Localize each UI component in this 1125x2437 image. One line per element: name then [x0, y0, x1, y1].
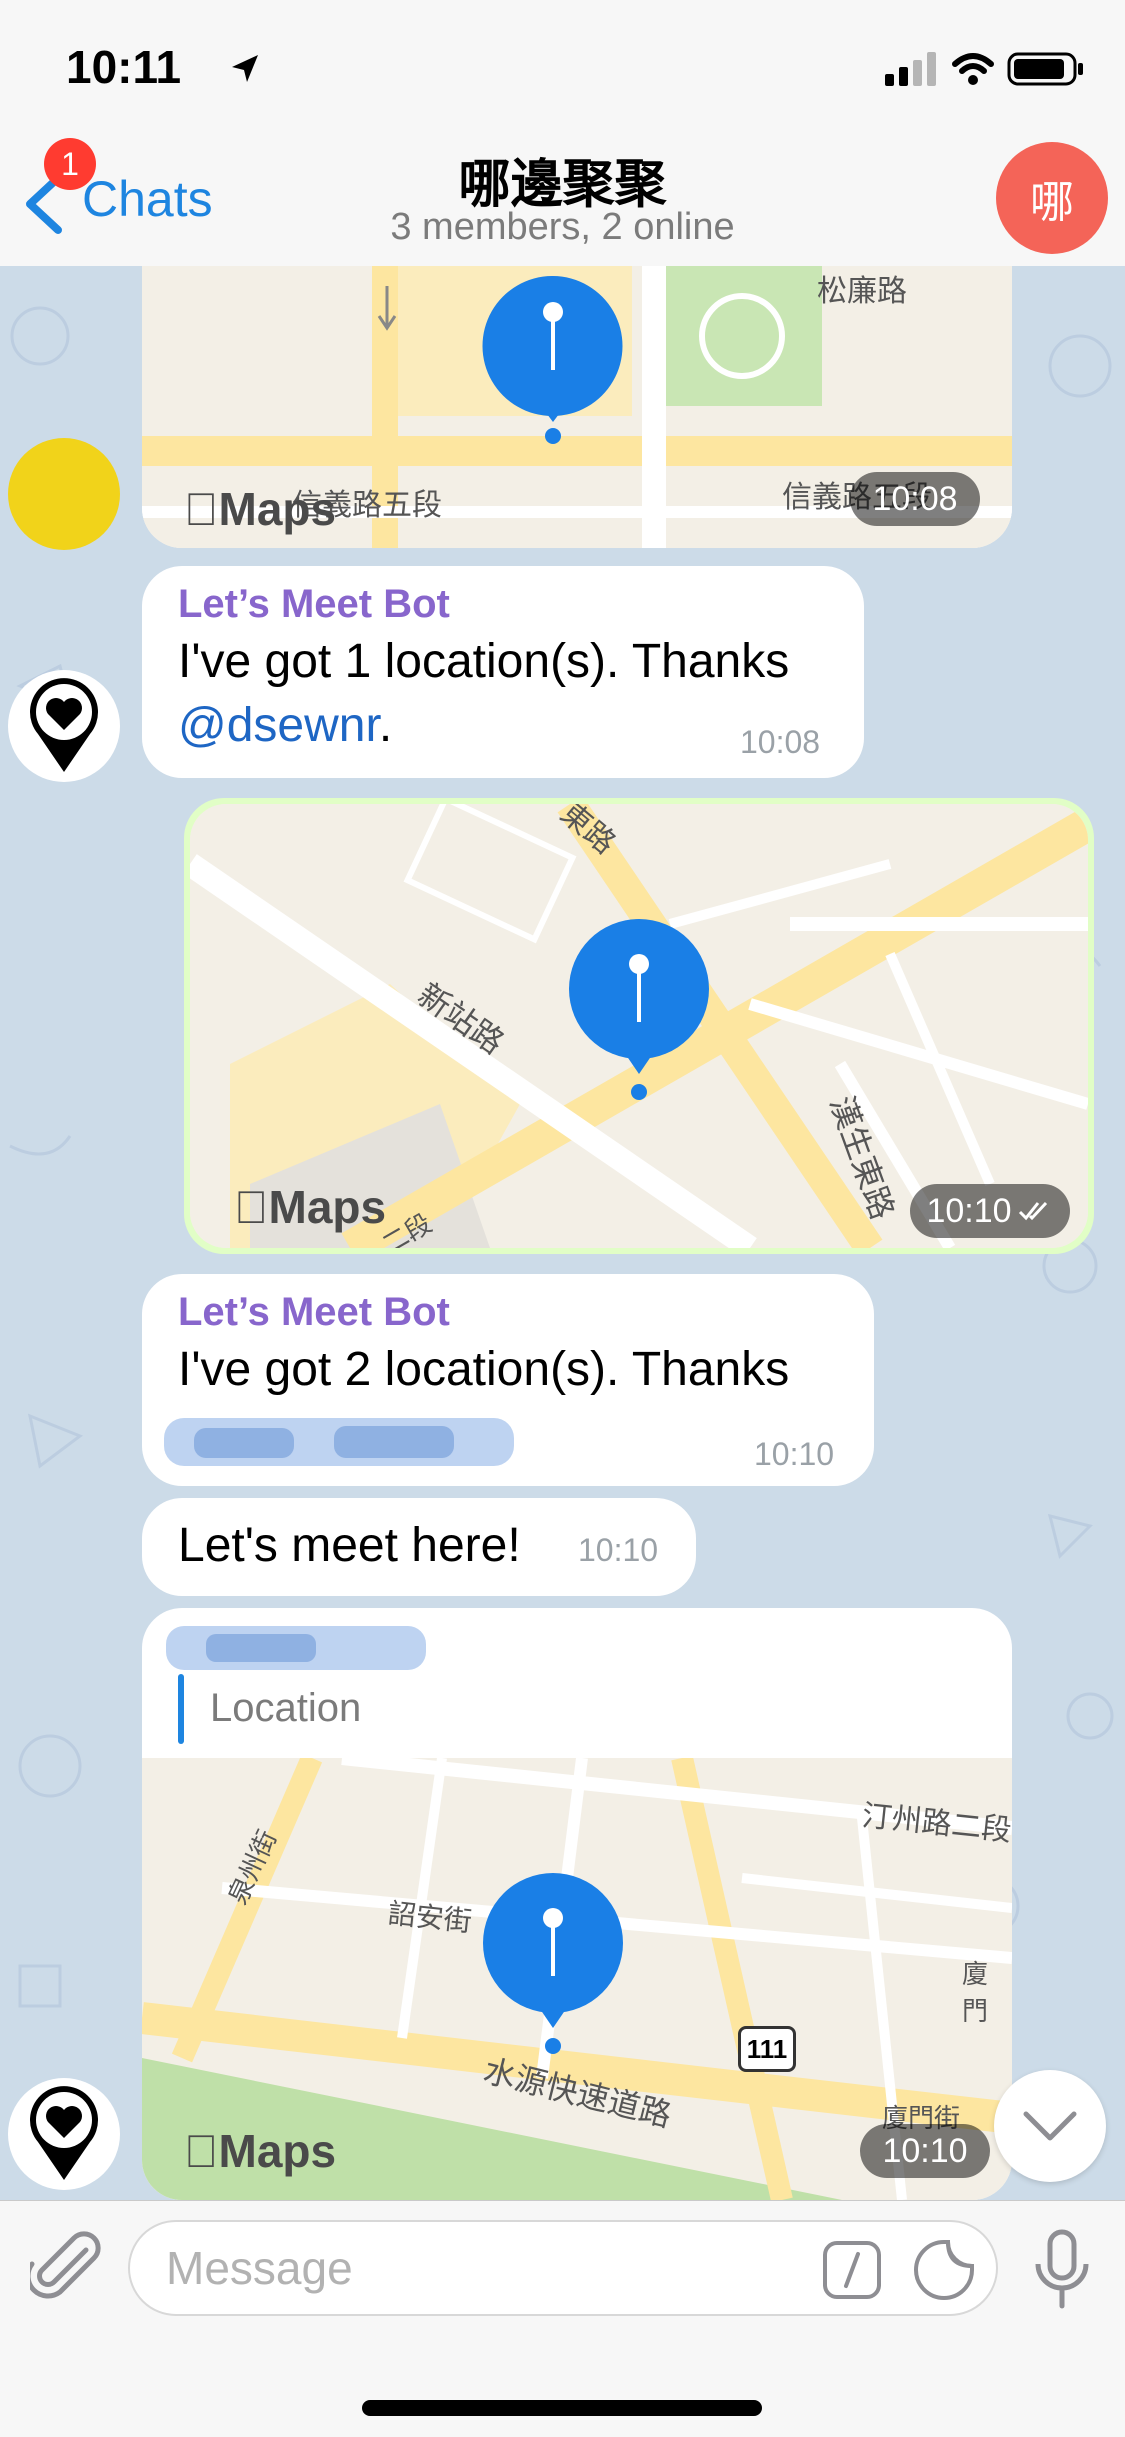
- maps-logo: Maps: [184, 2125, 336, 2177]
- text-message[interactable]: Let’s Meet Bot I've got 2 location(s). T…: [142, 1274, 874, 1486]
- attach-paperclip-icon[interactable]: [30, 2230, 102, 2306]
- message-sender: Let’s Meet Bot: [178, 582, 450, 626]
- location-message[interactable]: 松廉路 信義路五段 信義路五段 Maps 10:08: [142, 266, 1012, 548]
- user-avatar[interactable]: [8, 438, 120, 550]
- chat-subtitle: 3 members, 2 online: [390, 206, 735, 248]
- street-label: 詔安街: [386, 1897, 474, 1938]
- location-arrow-icon: [232, 55, 258, 82]
- message-time: 10:08: [740, 724, 821, 760]
- map-view[interactable]: 新站路 漢生東路 東路 二段 Maps 10:10: [190, 804, 1088, 1248]
- reply-bar: [178, 1674, 184, 1744]
- scroll-down-button[interactable]: [994, 2070, 1106, 2182]
- redacted-mention: [164, 1418, 514, 1466]
- home-indicator: [362, 2400, 762, 2416]
- text-message[interactable]: Let’s Meet Bot I've got 1 location(s). T…: [142, 566, 864, 778]
- commands-icon[interactable]: [822, 2240, 882, 2300]
- message-text: I've got 2 location(s). Thanks: [178, 1343, 790, 1396]
- chevron-down-icon: [1023, 2111, 1077, 2141]
- message-text: I've got 1 location(s). Thanks @dsewnr.: [178, 635, 790, 752]
- road-shield: 111: [738, 2026, 796, 2072]
- sticker-icon[interactable]: [912, 2238, 976, 2302]
- message-time: 10:10: [910, 1184, 1070, 1238]
- bot-avatar[interactable]: [8, 2078, 120, 2190]
- map-view[interactable]: 松廉路 信義路五段 信義路五段 Maps 10:08: [142, 266, 1012, 548]
- signal-wifi-battery-icons: [885, 52, 1083, 86]
- map-pin-icon: [569, 919, 709, 1100]
- text-message[interactable]: Let's meet here! 10:10: [142, 1498, 696, 1596]
- maps-logo: Maps: [184, 483, 336, 535]
- chat-area[interactable]: 松廉路 信義路五段 信義路五段 Maps 10:08 Let’s Meet B…: [0, 266, 1125, 2200]
- reply-label: Location: [210, 1686, 362, 1730]
- message-time: 10:10: [754, 1436, 835, 1472]
- heart-pin-icon: [30, 2086, 99, 2180]
- status-time: 10:11: [66, 41, 182, 93]
- street-label: 廈門: [962, 1959, 989, 2026]
- message-time: 10:10: [578, 1532, 659, 1568]
- map-view[interactable]: 汀州路二段 泉州街 詔安街 廈門 水源快速道路 廈門街 111 Maps 10…: [142, 1758, 1012, 2200]
- message-time: 10:08: [850, 472, 980, 526]
- redacted-sender: [166, 1626, 426, 1670]
- bot-avatar[interactable]: [8, 670, 120, 782]
- map-pin-icon: [482, 276, 623, 444]
- message-time: 10:10: [860, 2124, 990, 2178]
- message-sender: Let’s Meet Bot: [178, 1290, 450, 1334]
- message-text: Let's meet here!: [178, 1519, 521, 1572]
- venue-message[interactable]: Location 汀州路二段 泉州街 詔安街 廈門 水源快速道路 廈門街 111: [142, 1608, 1012, 2200]
- street-label: 松廉路: [817, 275, 907, 308]
- outgoing-location-message[interactable]: 新站路 漢生東路 東路 二段 Maps 10:10: [184, 798, 1094, 1254]
- maps-logo: Maps: [234, 1181, 386, 1233]
- chat-avatar[interactable]: 哪: [996, 142, 1108, 254]
- heart-pin-icon: [30, 678, 99, 772]
- mention-link[interactable]: @dsewnr: [178, 699, 379, 752]
- status-icons: [885, 48, 1085, 93]
- microphone-icon[interactable]: [1030, 2228, 1094, 2312]
- read-checkmarks-icon: [1018, 1201, 1047, 1221]
- map-pin-icon: [483, 1873, 623, 2054]
